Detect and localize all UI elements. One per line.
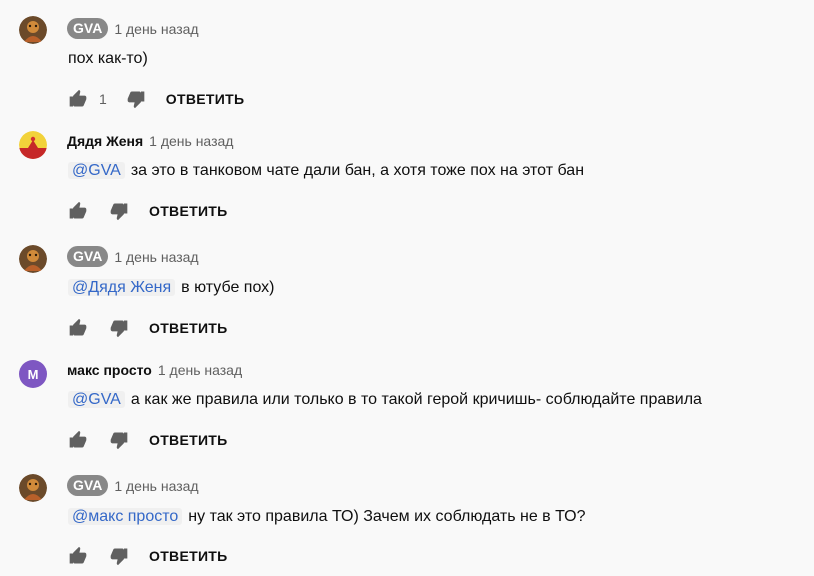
reply-button[interactable]: ОТВЕТИТЬ: [149, 320, 228, 336]
like-icon[interactable]: [67, 317, 89, 339]
like-icon[interactable]: [67, 88, 89, 110]
comment-time[interactable]: 1 день назад: [158, 362, 242, 378]
avatar-letter: М: [27, 366, 39, 382]
mention-link[interactable]: @GVA: [68, 391, 125, 408]
dislike-icon[interactable]: [108, 429, 130, 451]
mention-link[interactable]: @GVA: [68, 162, 125, 179]
comment-body: за это в танковом чате дали бан, а хотя …: [130, 162, 585, 179]
dislike-icon[interactable]: [108, 545, 130, 567]
dislike-icon[interactable]: [108, 200, 130, 222]
comment-text: @GVA а как же правила или только в то так…: [68, 391, 702, 409]
comment-body: а как же правила или только в то такой г…: [130, 391, 702, 408]
comment-body: в ютубе пох): [181, 279, 275, 296]
dislike-icon[interactable]: [125, 88, 147, 110]
like-count: 1: [99, 91, 107, 107]
comment-text: @макс просто ну так это правила ТО) Зачем…: [68, 508, 586, 526]
reply-button[interactable]: ОТВЕТИТЬ: [149, 203, 228, 219]
comment-text: пох как-то): [68, 50, 148, 68]
comment-author[interactable]: макс просто: [67, 362, 152, 378]
comment-author[interactable]: GVA: [67, 18, 109, 39]
comment-text: @Дядя Женя в ютубе пох): [68, 279, 275, 297]
like-icon[interactable]: [67, 200, 89, 222]
comment-author[interactable]: Дядя Женя: [67, 133, 143, 149]
dislike-icon[interactable]: [108, 317, 130, 339]
gva-avatar-icon[interactable]: [19, 16, 47, 44]
reply-button[interactable]: ОТВЕТИТЬ: [149, 432, 228, 448]
like-icon[interactable]: [67, 429, 89, 451]
comment-body: ну так это правила ТО) Зачем их соблюдат…: [188, 508, 586, 525]
comment-author[interactable]: GVA: [67, 246, 109, 267]
comment-body: пох как-то): [68, 50, 148, 67]
like-icon[interactable]: [67, 545, 89, 567]
comment-author[interactable]: GVA: [67, 475, 109, 496]
comment-time[interactable]: 1 день назад: [114, 21, 198, 37]
letter-avatar[interactable]: М: [19, 360, 47, 388]
gva-avatar-icon[interactable]: [19, 245, 47, 273]
reply-button[interactable]: ОТВЕТИТЬ: [149, 548, 228, 564]
reply-button[interactable]: ОТВЕТИТЬ: [166, 91, 245, 107]
flag-emblem-avatar-icon[interactable]: [19, 131, 47, 159]
mention-link[interactable]: @макс просто: [68, 508, 183, 525]
comment-time[interactable]: 1 день назад: [114, 478, 198, 494]
gva-avatar-icon[interactable]: [19, 474, 47, 502]
comment-text: @GVA за это в танковом чате дали бан, а х…: [68, 162, 584, 180]
mention-link[interactable]: @Дядя Женя: [68, 279, 176, 296]
comment-time[interactable]: 1 день назад: [149, 133, 233, 149]
comment-time[interactable]: 1 день назад: [114, 249, 198, 265]
